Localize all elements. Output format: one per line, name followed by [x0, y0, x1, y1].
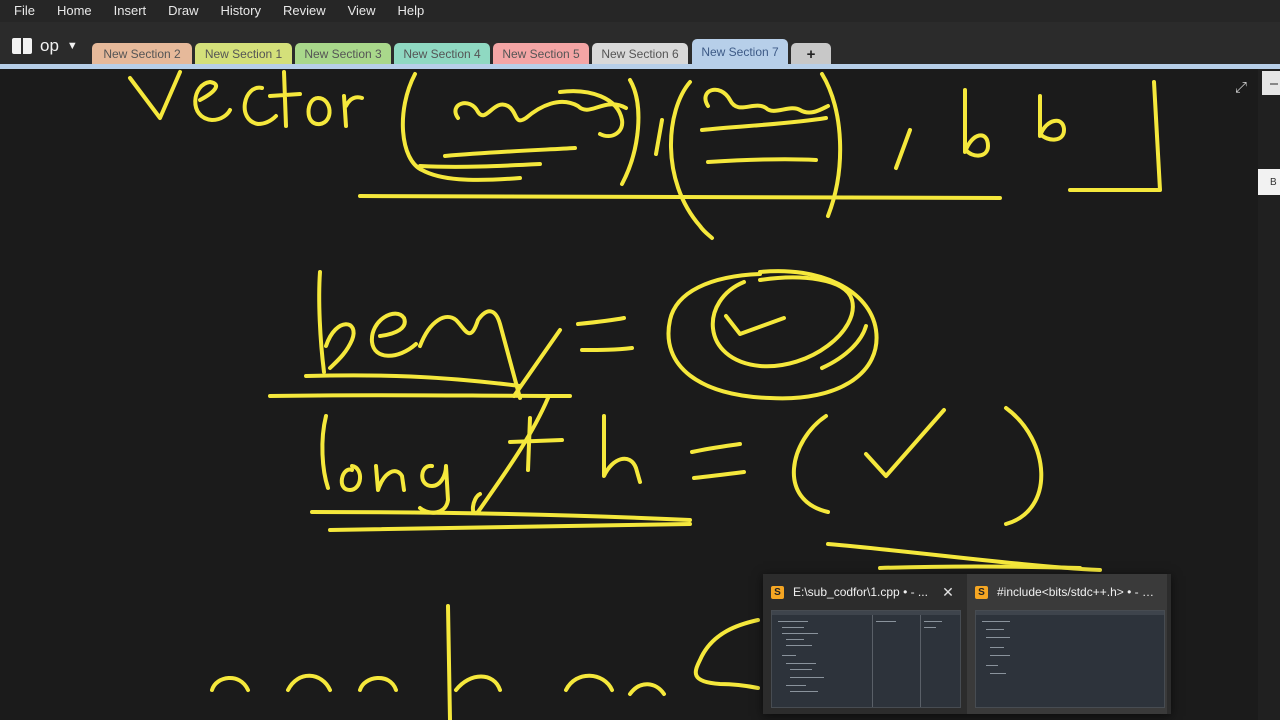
menu-history[interactable]: History — [213, 0, 269, 22]
notebook-icon — [12, 38, 32, 54]
tab-new-section-2[interactable]: New Section 2 — [92, 43, 192, 65]
notebook-picker[interactable]: op ▼ — [12, 36, 78, 56]
menu-bar: File Home Insert Draw History Review Vie… — [0, 0, 1280, 22]
preview-window-1[interactable]: S E:\sub_codfor\1.cpp • - ... ✕ — [763, 574, 963, 714]
preview-window-title: S E:\sub_codfor\1.cpp • - ... — [771, 582, 957, 602]
tab-new-section-4[interactable]: New Section 4 — [394, 43, 490, 65]
right-edge-panel: B — [1258, 69, 1280, 720]
menu-home[interactable]: Home — [49, 0, 100, 22]
menu-help[interactable]: Help — [390, 0, 433, 22]
menu-review[interactable]: Review — [275, 0, 334, 22]
panel-tab[interactable]: B — [1258, 169, 1280, 195]
window-thumbnail — [771, 610, 961, 708]
minus-icon — [1270, 83, 1278, 85]
tab-new-section-1[interactable]: New Section 1 — [195, 43, 292, 65]
chevron-down-icon: ▼ — [66, 40, 78, 52]
close-icon[interactable]: ✕ — [939, 582, 957, 602]
menu-draw[interactable]: Draw — [160, 0, 206, 22]
window-thumbnail — [975, 610, 1165, 708]
menu-file[interactable]: File — [6, 0, 43, 22]
sublime-text-icon: S — [975, 585, 988, 599]
tab-new-section-6[interactable]: New Section 6 — [592, 43, 688, 65]
preview-window-2[interactable]: S #include<bits/stdc++.h> • - Subl... — [967, 574, 1167, 714]
section-tab-bar: op ▼ New Section 2 New Section 1 New Sec… — [0, 22, 1280, 65]
panel-toggle-button[interactable] — [1262, 71, 1280, 95]
expand-icon[interactable]: ⤢ — [1233, 80, 1249, 96]
tab-new-section-3[interactable]: New Section 3 — [295, 43, 391, 65]
menu-view[interactable]: View — [340, 0, 384, 22]
preview-window-title: S #include<bits/stdc++.h> • - Subl... — [975, 582, 1161, 602]
notebook-name: op — [40, 36, 59, 55]
add-section-button[interactable]: + — [791, 43, 831, 65]
tab-new-section-5[interactable]: New Section 5 — [493, 43, 589, 65]
menu-insert[interactable]: Insert — [106, 0, 155, 22]
sublime-text-icon: S — [771, 585, 784, 599]
taskbar-preview-popup: S E:\sub_codfor\1.cpp • - ... ✕ S #inclu… — [763, 574, 1171, 714]
tab-new-section-7[interactable]: New Section 7 — [692, 39, 788, 65]
